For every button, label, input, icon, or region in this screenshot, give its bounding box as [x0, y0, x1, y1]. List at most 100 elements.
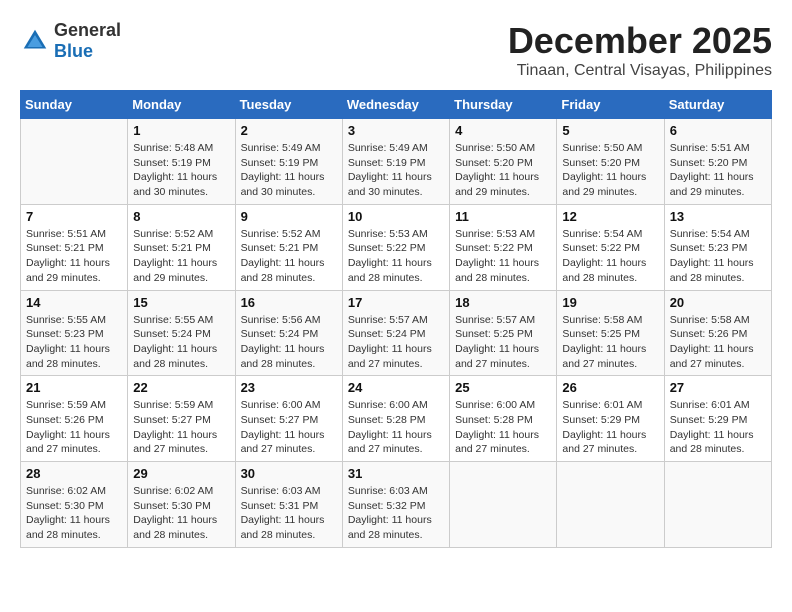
day-number: 31 — [348, 466, 444, 481]
calendar-cell: 13Sunrise: 5:54 AMSunset: 5:23 PMDayligh… — [664, 204, 771, 290]
calendar-week-row: 7Sunrise: 5:51 AMSunset: 5:21 PMDaylight… — [21, 204, 772, 290]
calendar-cell: 12 Sunrise: 5:54 AMSunset: 5:22 PMDayligh… — [557, 204, 664, 290]
calendar-cell: 21Sunrise: 5:59 AMSunset: 5:26 PMDayligh… — [21, 376, 128, 462]
day-info: Sunrise: 5:54 AMSunset: 5:23 PMDaylight:… — [670, 227, 766, 286]
day-info: Sunrise: 5:55 AMSunset: 5:24 PMDaylight:… — [133, 313, 229, 372]
calendar-cell: 2Sunrise: 5:49 AMSunset: 5:19 PMDaylight… — [235, 119, 342, 205]
day-info: Sunrise: 6:03 AMSunset: 5:31 PMDaylight:… — [241, 484, 337, 543]
day-info: Sunrise: 5:55 AMSunset: 5:23 PMDaylight:… — [26, 313, 122, 372]
day-number: 29 — [133, 466, 229, 481]
calendar-cell — [557, 462, 664, 548]
calendar-cell: 17 Sunrise: 5:57 AMSunset: 5:24 PMDayligh… — [342, 290, 449, 376]
calendar-cell: 28 Sunrise: 6:02 AMSunset: 5:30 PMDayligh… — [21, 462, 128, 548]
day-info: Sunrise: 5:59 AMSunset: 5:27 PMDaylight:… — [133, 398, 229, 457]
calendar-cell: 25 Sunrise: 6:00 AMSunset: 5:28 PMDayligh… — [450, 376, 557, 462]
calendar-header-row: SundayMondayTuesdayWednesdayThursdayFrid… — [21, 91, 772, 119]
day-info: Sunrise: 5:49 AMSunset: 5:19 PMDaylight:… — [241, 141, 337, 200]
day-info: Sunrise: 5:57 AMSunset: 5:25 PMDaylight:… — [455, 313, 551, 372]
day-info: Sunrise: 5:48 AMSunset: 5:19 PMDaylight:… — [133, 141, 229, 200]
header-friday: Friday — [557, 91, 664, 119]
day-info: Sunrise: 5:50 AMSunset: 5:20 PMDaylight:… — [562, 141, 658, 200]
day-info: Sunrise: 5:53 AMSunset: 5:22 PMDaylight:… — [455, 227, 551, 286]
calendar-cell: 24Sunrise: 6:00 AMSunset: 5:28 PMDayligh… — [342, 376, 449, 462]
day-info: Sunrise: 5:49 AMSunset: 5:19 PMDaylight:… — [348, 141, 444, 200]
calendar-cell: 27 Sunrise: 6:01 AMSunset: 5:29 PMDayligh… — [664, 376, 771, 462]
day-number: 20 — [670, 295, 766, 310]
day-info: Sunrise: 6:00 AMSunset: 5:28 PMDaylight:… — [348, 398, 444, 457]
day-number: 22 — [133, 380, 229, 395]
day-info: Sunrise: 5:50 AMSunset: 5:20 PMDaylight:… — [455, 141, 551, 200]
day-info: Sunrise: 5:57 AMSunset: 5:24 PMDaylight:… — [348, 313, 444, 372]
calendar-cell: 7Sunrise: 5:51 AMSunset: 5:21 PMDaylight… — [21, 204, 128, 290]
day-info: Sunrise: 5:53 AMSunset: 5:22 PMDaylight:… — [348, 227, 444, 286]
header-sunday: Sunday — [21, 91, 128, 119]
calendar-week-row: 1 Sunrise: 5:48 AMSunset: 5:19 PMDaylight… — [21, 119, 772, 205]
day-number: 1 — [133, 123, 229, 138]
day-info: Sunrise: 5:51 AMSunset: 5:20 PMDaylight:… — [670, 141, 766, 200]
calendar-cell: 9 Sunrise: 5:52 AMSunset: 5:21 PMDaylight… — [235, 204, 342, 290]
day-info: Sunrise: 6:00 AMSunset: 5:28 PMDaylight:… — [455, 398, 551, 457]
calendar-cell: 10Sunrise: 5:53 AMSunset: 5:22 PMDayligh… — [342, 204, 449, 290]
day-info: Sunrise: 6:01 AMSunset: 5:29 PMDaylight:… — [562, 398, 658, 457]
day-number: 23 — [241, 380, 337, 395]
day-number: 14 — [26, 295, 122, 310]
calendar-cell: 5 Sunrise: 5:50 AMSunset: 5:20 PMDaylight… — [557, 119, 664, 205]
header-thursday: Thursday — [450, 91, 557, 119]
day-number: 8 — [133, 209, 229, 224]
day-info: Sunrise: 5:56 AMSunset: 5:24 PMDaylight:… — [241, 313, 337, 372]
calendar-cell: 18 Sunrise: 5:57 AMSunset: 5:25 PMDayligh… — [450, 290, 557, 376]
calendar-week-row: 28 Sunrise: 6:02 AMSunset: 5:30 PMDayligh… — [21, 462, 772, 548]
day-number: 3 — [348, 123, 444, 138]
day-number: 12 — [562, 209, 658, 224]
day-info: Sunrise: 6:03 AMSunset: 5:32 PMDaylight:… — [348, 484, 444, 543]
day-number: 25 — [455, 380, 551, 395]
calendar-cell: 14 Sunrise: 5:55 AMSunset: 5:23 PMDayligh… — [21, 290, 128, 376]
calendar-week-row: 21Sunrise: 5:59 AMSunset: 5:26 PMDayligh… — [21, 376, 772, 462]
calendar-cell: 31 Sunrise: 6:03 AMSunset: 5:32 PMDayligh… — [342, 462, 449, 548]
day-number: 11 — [455, 209, 551, 224]
calendar-cell — [664, 462, 771, 548]
calendar-cell — [450, 462, 557, 548]
calendar-cell: 20Sunrise: 5:58 AMSunset: 5:26 PMDayligh… — [664, 290, 771, 376]
day-number: 9 — [241, 209, 337, 224]
calendar-cell: 4 Sunrise: 5:50 AMSunset: 5:20 PMDaylight… — [450, 119, 557, 205]
day-info: Sunrise: 5:54 AMSunset: 5:22 PMDaylight:… — [562, 227, 658, 286]
logo: General Blue — [20, 20, 121, 62]
calendar-cell: 6Sunrise: 5:51 AMSunset: 5:20 PMDaylight… — [664, 119, 771, 205]
header: General Blue December 2025 Tinaan, Centr… — [20, 20, 772, 80]
calendar-cell: 16Sunrise: 5:56 AMSunset: 5:24 PMDayligh… — [235, 290, 342, 376]
location-title: Tinaan, Central Visayas, Philippines — [508, 62, 772, 80]
day-info: Sunrise: 6:02 AMSunset: 5:30 PMDaylight:… — [133, 484, 229, 543]
calendar-cell: 23 Sunrise: 6:00 AMSunset: 5:27 PMDayligh… — [235, 376, 342, 462]
calendar-cell: 1 Sunrise: 5:48 AMSunset: 5:19 PMDaylight… — [128, 119, 235, 205]
day-number: 27 — [670, 380, 766, 395]
calendar-cell: 8 Sunrise: 5:52 AMSunset: 5:21 PMDaylight… — [128, 204, 235, 290]
day-info: Sunrise: 5:51 AMSunset: 5:21 PMDaylight:… — [26, 227, 122, 286]
title-area: December 2025 Tinaan, Central Visayas, P… — [508, 20, 772, 80]
day-info: Sunrise: 5:52 AMSunset: 5:21 PMDaylight:… — [241, 227, 337, 286]
calendar-cell: 29 Sunrise: 6:02 AMSunset: 5:30 PMDayligh… — [128, 462, 235, 548]
day-number: 5 — [562, 123, 658, 138]
logo-blue: Blue — [54, 41, 93, 61]
day-info: Sunrise: 5:58 AMSunset: 5:25 PMDaylight:… — [562, 313, 658, 372]
day-number: 28 — [26, 466, 122, 481]
day-info: Sunrise: 6:00 AMSunset: 5:27 PMDaylight:… — [241, 398, 337, 457]
logo-general: General — [54, 20, 121, 40]
day-number: 15 — [133, 295, 229, 310]
calendar-cell: 3 Sunrise: 5:49 AMSunset: 5:19 PMDaylight… — [342, 119, 449, 205]
calendar-cell: 15 Sunrise: 5:55 AMSunset: 5:24 PMDayligh… — [128, 290, 235, 376]
header-saturday: Saturday — [664, 91, 771, 119]
day-number: 19 — [562, 295, 658, 310]
calendar-cell: 19 Sunrise: 5:58 AMSunset: 5:25 PMDayligh… — [557, 290, 664, 376]
calendar-cell: 11 Sunrise: 5:53 AMSunset: 5:22 PMDayligh… — [450, 204, 557, 290]
day-number: 18 — [455, 295, 551, 310]
header-wednesday: Wednesday — [342, 91, 449, 119]
day-info: Sunrise: 5:59 AMSunset: 5:26 PMDaylight:… — [26, 398, 122, 457]
day-number: 17 — [348, 295, 444, 310]
day-number: 4 — [455, 123, 551, 138]
calendar-cell: 26Sunrise: 6:01 AMSunset: 5:29 PMDayligh… — [557, 376, 664, 462]
day-info: Sunrise: 6:01 AMSunset: 5:29 PMDaylight:… — [670, 398, 766, 457]
day-info: Sunrise: 5:52 AMSunset: 5:21 PMDaylight:… — [133, 227, 229, 286]
day-info: Sunrise: 6:02 AMSunset: 5:30 PMDaylight:… — [26, 484, 122, 543]
calendar-cell: 22 Sunrise: 5:59 AMSunset: 5:27 PMDayligh… — [128, 376, 235, 462]
